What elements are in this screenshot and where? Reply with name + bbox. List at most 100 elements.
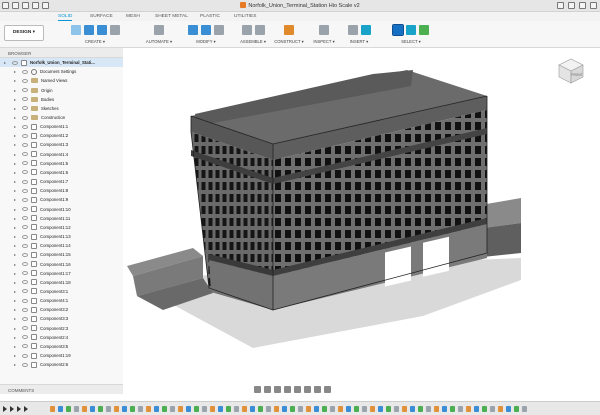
viewcube[interactable]: FRONT: [556, 56, 586, 88]
expand-arrow-icon[interactable]: ▸: [14, 97, 18, 102]
visibility-eye-icon[interactable]: [22, 115, 28, 120]
visibility-eye-icon[interactable]: [22, 271, 28, 276]
revolve-icon[interactable]: [96, 25, 107, 35]
browser-item[interactable]: ▸ Component1:11: [0, 214, 123, 223]
expand-arrow-icon[interactable]: ▸: [14, 197, 18, 202]
pan-icon[interactable]: [274, 386, 281, 393]
browser-item[interactable]: ▸ Component1:16: [0, 259, 123, 268]
timeline-feature-icon[interactable]: [282, 406, 287, 412]
browser-item[interactable]: ▸ Component3:2: [0, 305, 123, 314]
visibility-eye-icon[interactable]: [22, 344, 28, 349]
timeline-feature-icon[interactable]: [506, 406, 511, 412]
orbit-icon[interactable]: [254, 386, 261, 393]
browser-item[interactable]: ▸ Component2:3: [0, 324, 123, 333]
timeline-feature-icon[interactable]: [338, 406, 343, 412]
browser-item[interactable]: ▸ Component1:19: [0, 351, 123, 360]
expand-arrow-icon[interactable]: ▸: [14, 225, 18, 230]
look-at-icon[interactable]: [264, 386, 271, 393]
expand-arrow-icon[interactable]: ▸: [14, 142, 18, 147]
expand-arrow-icon[interactable]: ▸: [14, 289, 18, 294]
browser-item[interactable]: ▸ Component1:1: [0, 122, 123, 131]
visibility-eye-icon[interactable]: [22, 280, 28, 285]
expand-arrow-icon[interactable]: ▸: [14, 298, 18, 303]
visibility-eye-icon[interactable]: [22, 152, 28, 157]
browser-item[interactable]: ▸ Origin: [0, 85, 123, 94]
timeline-feature-icon[interactable]: [226, 406, 231, 412]
move-icon[interactable]: [214, 25, 224, 35]
help-icon[interactable]: [579, 2, 586, 9]
timeline-feature-icon[interactable]: [442, 406, 447, 412]
play-icon[interactable]: [17, 406, 21, 412]
timeline-feature-icon[interactable]: [114, 406, 119, 412]
visibility-eye-icon[interactable]: [22, 88, 28, 93]
expand-arrow-icon[interactable]: ▸: [14, 362, 18, 367]
expand-arrow-icon[interactable]: ▸: [14, 216, 18, 221]
visibility-eye-icon[interactable]: [22, 207, 28, 212]
timeline-feature-icon[interactable]: [250, 406, 255, 412]
expand-arrow-icon[interactable]: ▸: [14, 170, 18, 175]
timeline-feature-icon[interactable]: [346, 406, 351, 412]
timeline-feature-icon[interactable]: [474, 406, 479, 412]
timeline-feature-icon[interactable]: [290, 406, 295, 412]
browser-item[interactable]: ▸ Component1:13: [0, 232, 123, 241]
expand-arrow-icon[interactable]: ▸: [14, 271, 18, 276]
expand-arrow-icon[interactable]: ▸: [14, 326, 18, 331]
expand-arrow-icon[interactable]: ▸: [14, 152, 18, 157]
visibility-eye-icon[interactable]: [22, 69, 28, 74]
timeline-feature-icon[interactable]: [218, 406, 223, 412]
fit-icon[interactable]: [294, 386, 301, 393]
expand-arrow-icon[interactable]: ▸: [14, 106, 18, 111]
timeline-feature-icon[interactable]: [82, 406, 87, 412]
expand-arrow-icon[interactable]: ▸: [14, 161, 18, 166]
measure-icon[interactable]: [319, 25, 329, 35]
new-tab-icon[interactable]: [557, 2, 564, 9]
decal-icon[interactable]: [360, 25, 371, 35]
construct-menu[interactable]: CONSTRUCT ▾: [272, 39, 306, 44]
timeline-feature-icon[interactable]: [426, 406, 431, 412]
browser-item[interactable]: ▸ Component4:1: [0, 296, 123, 305]
timeline-feature-icon[interactable]: [138, 406, 143, 412]
display-settings-icon[interactable]: [304, 386, 311, 393]
tab-mesh[interactable]: MESH: [126, 14, 140, 19]
step-back-icon[interactable]: [10, 406, 14, 412]
timeline-feature-icon[interactable]: [458, 406, 463, 412]
viewcube-icon[interactable]: FRONT: [556, 56, 586, 86]
timeline-feature-icon[interactable]: [362, 406, 367, 412]
offset-plane-icon[interactable]: [284, 25, 294, 35]
expand-arrow-icon[interactable]: ▸: [14, 88, 18, 93]
expand-arrow-icon[interactable]: ▸: [14, 207, 18, 212]
browser-item[interactable]: ▸ Component1:2: [0, 131, 123, 140]
browser-item[interactable]: ▸ Component1:7: [0, 177, 123, 186]
timeline-feature-icon[interactable]: [514, 406, 519, 412]
browser-item[interactable]: ▸ Component3:3: [0, 314, 123, 323]
visibility-eye-icon[interactable]: [22, 307, 28, 312]
visibility-eye-icon[interactable]: [22, 78, 28, 83]
expand-arrow-icon[interactable]: ▸: [14, 280, 18, 285]
timeline-feature-icon[interactable]: [482, 406, 487, 412]
visibility-eye-icon[interactable]: [22, 170, 28, 175]
browser-item[interactable]: ▸ Sketches: [0, 104, 123, 113]
timeline-feature-icon[interactable]: [50, 406, 55, 412]
browser-item[interactable]: ▸ Named Views: [0, 76, 123, 85]
visibility-eye-icon[interactable]: [22, 335, 28, 340]
timeline-feature-icon[interactable]: [234, 406, 239, 412]
visibility-eye-icon[interactable]: [22, 142, 28, 147]
visibility-eye-icon[interactable]: [22, 124, 28, 129]
body-icon[interactable]: [419, 25, 429, 35]
modify-menu[interactable]: MODIFY ▾: [180, 39, 232, 44]
timeline-feature-icon[interactable]: [146, 406, 151, 412]
as-built-joint-icon[interactable]: [254, 25, 265, 35]
expand-arrow-icon[interactable]: ▸: [14, 124, 18, 129]
timeline-feature-icon[interactable]: [258, 406, 263, 412]
browser-item[interactable]: ▸ Component2:6: [0, 360, 123, 369]
canvas-viewport[interactable]: FRONT: [123, 48, 600, 384]
timeline-feature-icon[interactable]: [490, 406, 495, 412]
visibility-eye-icon[interactable]: [22, 262, 28, 267]
timeline-feature-icon[interactable]: [154, 406, 159, 412]
expand-arrow-icon[interactable]: ▸: [14, 307, 18, 312]
visibility-eye-icon[interactable]: [22, 97, 28, 102]
browser-item[interactable]: ▸ Component3:5: [0, 342, 123, 351]
step-forward-icon[interactable]: [24, 406, 28, 412]
browser-item[interactable]: ▸ Component2:4: [0, 333, 123, 342]
visibility-eye-icon[interactable]: [12, 60, 18, 65]
